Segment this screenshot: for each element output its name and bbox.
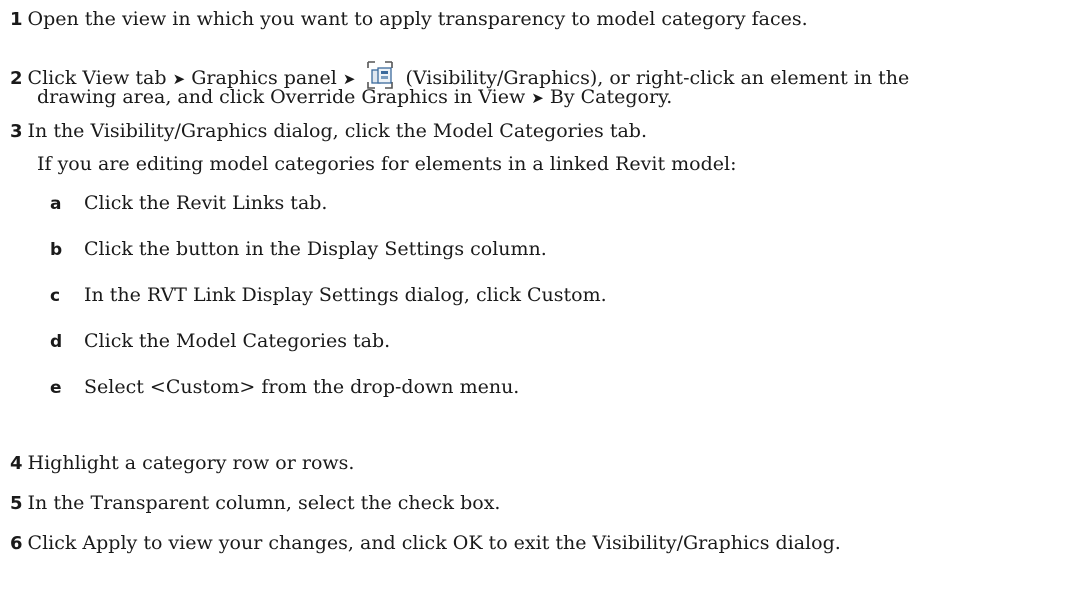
substep-letter: c — [50, 286, 61, 306]
substep-c: c In the RVT Link Display Settings dialog… — [50, 284, 607, 306]
substep-letter: a — [50, 194, 62, 214]
step-text: Click Apply to view your changes, and cl… — [27, 532, 841, 554]
step-number: 6 — [10, 533, 23, 554]
substep-b: b Click the button in the Display Setting… — [50, 238, 547, 260]
arrow-icon: ➤ — [531, 89, 544, 107]
step-text: In the Transparent column, select the ch… — [27, 492, 501, 514]
substep-text: Click the button in the Display Settings… — [84, 238, 547, 260]
substep-text: Click the Model Categories tab. — [84, 330, 391, 352]
substep-text: In the RVT Link Display Settings dialog,… — [84, 284, 607, 306]
step-4: 4 Highlight a category row or rows. — [10, 452, 354, 474]
step-5: 5 In the Transparent column, select the c… — [10, 492, 500, 514]
substep-letter: b — [50, 240, 63, 260]
step-6: 6 Click Apply to view your changes, and c… — [10, 532, 841, 554]
step-number: 5 — [10, 493, 23, 514]
step-text: Highlight a category row or rows. — [27, 452, 355, 474]
step-2-continuation: drawing area, and click Override Graphic… — [37, 86, 672, 108]
step-number: 3 — [10, 121, 23, 142]
step-1: 1 Open the view in which you want to appl… — [10, 8, 808, 30]
substep-e: e Select <Custom> from the drop-down menu… — [50, 376, 519, 398]
step-number: 1 — [10, 9, 23, 30]
step-3: 3 In the Visibility/Graphics dialog, clic… — [10, 120, 647, 142]
step-3-note: If you are editing model categories for … — [37, 153, 737, 175]
substep-a: a Click the Revit Links tab. — [50, 192, 327, 214]
substep-d: d Click the Model Categories tab. — [50, 330, 390, 352]
substep-letter: e — [50, 378, 62, 398]
step-text: Open the view in which you want to apply… — [27, 8, 808, 30]
substep-text: Select <Custom> from the drop-down menu. — [84, 376, 520, 398]
step-text: In the Visibility/Graphics dialog, click… — [27, 120, 648, 142]
step-number: 2 — [10, 68, 23, 89]
step-text: drawing area, and click Override Graphic… — [37, 86, 526, 108]
substep-text: Click the Revit Links tab. — [84, 192, 328, 214]
substep-letter: d — [50, 332, 63, 352]
step-number: 4 — [10, 453, 23, 474]
step-text: By Category. — [549, 86, 673, 108]
